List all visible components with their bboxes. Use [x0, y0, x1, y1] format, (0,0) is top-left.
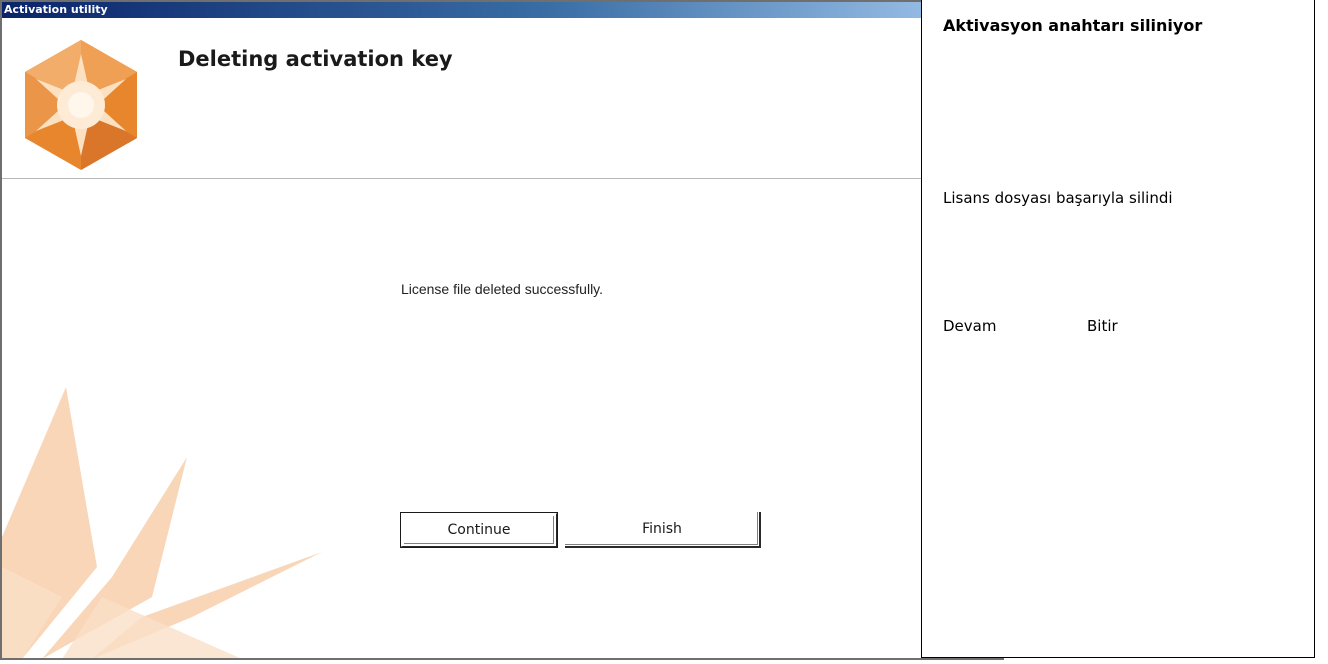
- finish-button[interactable]: Finish: [565, 512, 761, 548]
- faded-star-watermark-icon: [2, 387, 322, 658]
- translated-title: Aktivasyon anahtarı siliniyor: [943, 16, 1203, 35]
- translated-continue-label: Devam: [943, 317, 997, 335]
- activation-utility-window: Activation utility Deleting activation k…: [0, 0, 1004, 660]
- translation-panel: Aktivasyon anahtarı siliniyor Lisans dos…: [921, 0, 1315, 658]
- continue-button[interactable]: Continue: [400, 512, 558, 548]
- dialog-header: Deleting activation key: [2, 18, 1002, 179]
- status-message: License file deleted successfully.: [400, 281, 604, 297]
- dialog-content: License file deleted successfully. Conti…: [2, 179, 1002, 658]
- title-bar[interactable]: Activation utility: [2, 2, 1002, 18]
- orange-star-hexagon-icon: [25, 40, 137, 170]
- translated-message: Lisans dosyası başarıyla silindi: [943, 189, 1173, 207]
- window-title: Activation utility: [4, 3, 108, 16]
- translated-finish-label: Bitir: [1087, 317, 1118, 335]
- page-title: Deleting activation key: [178, 47, 453, 71]
